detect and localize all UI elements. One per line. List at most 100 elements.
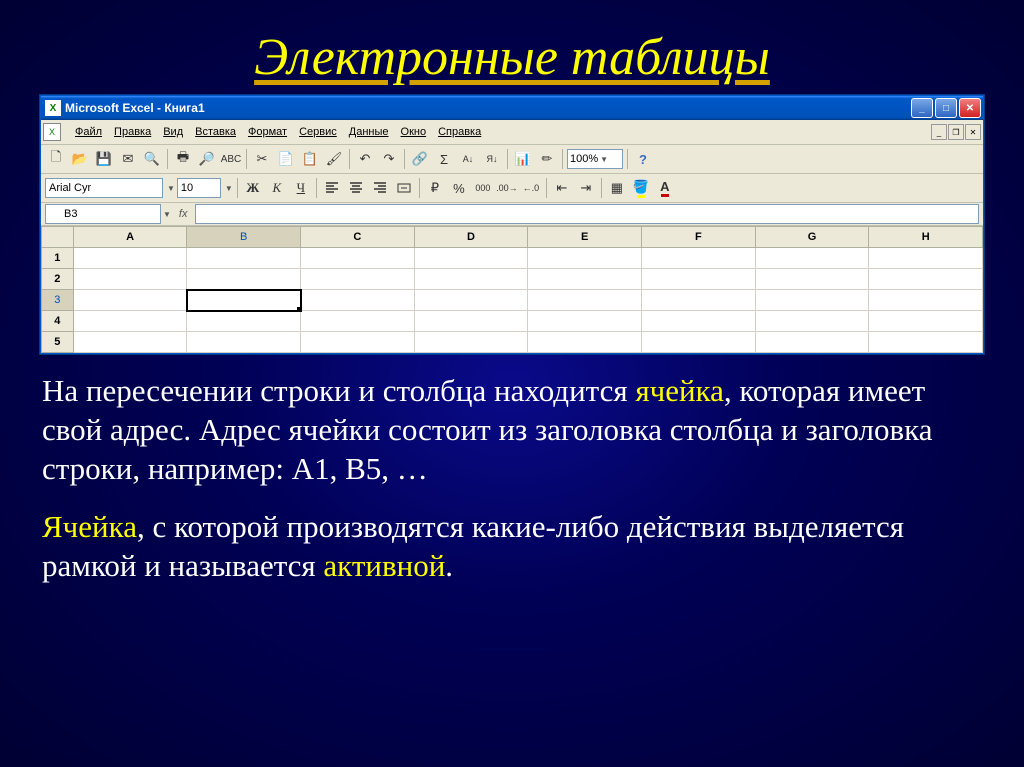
formula-input[interactable] <box>195 204 979 224</box>
cell[interactable] <box>73 332 187 353</box>
redo-icon[interactable]: ↷ <box>378 148 400 170</box>
row-header[interactable]: 3 <box>42 290 74 311</box>
cell[interactable] <box>301 248 415 269</box>
fill-color-icon[interactable]: 🪣 <box>630 177 652 199</box>
zoom-combo[interactable]: 100%▼ <box>567 149 623 169</box>
row-header[interactable]: 5 <box>42 332 74 353</box>
open-icon[interactable]: 📂 <box>69 148 91 170</box>
column-header[interactable]: F <box>642 227 756 248</box>
currency-icon[interactable]: ₽ <box>424 177 446 199</box>
dropdown-icon[interactable]: ▼ <box>161 210 171 219</box>
cell[interactable] <box>187 290 301 311</box>
percent-icon[interactable]: % <box>448 177 470 199</box>
align-left-icon[interactable] <box>321 177 343 199</box>
print-icon[interactable]: 🖶 <box>172 148 194 170</box>
menu-format[interactable]: Формат <box>242 124 293 140</box>
undo-icon[interactable]: ↶ <box>354 148 376 170</box>
cell[interactable] <box>869 269 983 290</box>
underline-button[interactable]: Ч <box>290 177 312 199</box>
cell[interactable] <box>869 248 983 269</box>
format-painter-icon[interactable]: 🖌 <box>323 148 345 170</box>
merge-center-icon[interactable] <box>393 177 415 199</box>
column-header[interactable]: B <box>187 227 301 248</box>
cell[interactable] <box>301 332 415 353</box>
dropdown-icon[interactable]: ▼ <box>165 184 175 193</box>
sort-asc-icon[interactable]: А↓ <box>457 148 479 170</box>
italic-button[interactable]: К <box>266 177 288 199</box>
maximize-button[interactable]: □ <box>935 98 957 118</box>
cell[interactable] <box>642 248 756 269</box>
autosum-icon[interactable]: Σ <box>433 148 455 170</box>
column-header[interactable]: G <box>755 227 869 248</box>
print-preview-icon[interactable]: 🔎 <box>196 148 218 170</box>
menu-file[interactable]: Файл <box>69 124 108 140</box>
cell[interactable] <box>414 311 528 332</box>
menu-insert[interactable]: Вставка <box>189 124 242 140</box>
cell[interactable] <box>869 290 983 311</box>
cell[interactable] <box>528 269 642 290</box>
cell[interactable] <box>414 248 528 269</box>
close-button[interactable]: ✕ <box>959 98 981 118</box>
cell[interactable] <box>642 311 756 332</box>
cell[interactable] <box>755 332 869 353</box>
spellcheck-icon[interactable]: ABC <box>220 148 242 170</box>
menu-window[interactable]: Окно <box>395 124 433 140</box>
borders-icon[interactable]: ▦ <box>606 177 628 199</box>
cell[interactable] <box>528 311 642 332</box>
comma-icon[interactable]: 000 <box>472 177 494 199</box>
cell[interactable] <box>187 248 301 269</box>
sort-desc-icon[interactable]: Я↓ <box>481 148 503 170</box>
cut-icon[interactable]: ✂ <box>251 148 273 170</box>
copy-icon[interactable]: 📄 <box>275 148 297 170</box>
workbook-icon[interactable]: X <box>43 123 61 141</box>
column-header[interactable]: C <box>301 227 415 248</box>
increase-decimal-icon[interactable]: .00→ <box>496 177 518 199</box>
cell[interactable] <box>414 290 528 311</box>
cell[interactable] <box>414 332 528 353</box>
name-box[interactable]: B3 <box>45 204 161 224</box>
chart-icon[interactable]: 📊 <box>512 148 534 170</box>
dropdown-icon[interactable]: ▼ <box>223 184 233 193</box>
cell[interactable] <box>642 332 756 353</box>
font-color-icon[interactable]: A <box>654 177 676 199</box>
row-header[interactable]: 1 <box>42 248 74 269</box>
decrease-decimal-icon[interactable]: ←.0 <box>520 177 542 199</box>
cell[interactable] <box>301 311 415 332</box>
paste-icon[interactable]: 📋 <box>299 148 321 170</box>
menu-view[interactable]: Вид <box>157 124 189 140</box>
save-icon[interactable]: 💾 <box>93 148 115 170</box>
minimize-button[interactable]: _ <box>911 98 933 118</box>
column-header[interactable]: E <box>528 227 642 248</box>
spreadsheet-grid[interactable]: ABCDEFGH12345 <box>41 226 983 353</box>
cell[interactable] <box>642 290 756 311</box>
mdi-close-button[interactable]: ✕ <box>965 124 981 140</box>
column-header[interactable]: H <box>869 227 983 248</box>
mdi-restore-button[interactable]: ❐ <box>948 124 964 140</box>
row-header[interactable]: 4 <box>42 311 74 332</box>
drawing-icon[interactable]: ✏ <box>536 148 558 170</box>
menu-data[interactable]: Данные <box>343 124 395 140</box>
cell[interactable] <box>642 269 756 290</box>
menu-help[interactable]: Справка <box>432 124 487 140</box>
cell[interactable] <box>528 332 642 353</box>
mdi-minimize-button[interactable]: _ <box>931 124 947 140</box>
email-icon[interactable]: ✉ <box>117 148 139 170</box>
bold-button[interactable]: Ж <box>242 177 264 199</box>
cell[interactable] <box>73 290 187 311</box>
cell[interactable] <box>528 290 642 311</box>
cell[interactable] <box>869 311 983 332</box>
cell[interactable] <box>755 248 869 269</box>
cell[interactable] <box>755 311 869 332</box>
font-size-combo[interactable]: 10 <box>177 178 221 198</box>
cell[interactable] <box>755 269 869 290</box>
search-icon[interactable]: 🔍 <box>141 148 163 170</box>
cell[interactable] <box>73 311 187 332</box>
menu-tools[interactable]: Сервис <box>293 124 343 140</box>
align-center-icon[interactable] <box>345 177 367 199</box>
select-all-corner[interactable] <box>42 227 74 248</box>
row-header[interactable]: 2 <box>42 269 74 290</box>
cell[interactable] <box>528 248 642 269</box>
column-header[interactable]: A <box>73 227 187 248</box>
cell[interactable] <box>869 332 983 353</box>
cell[interactable] <box>187 311 301 332</box>
